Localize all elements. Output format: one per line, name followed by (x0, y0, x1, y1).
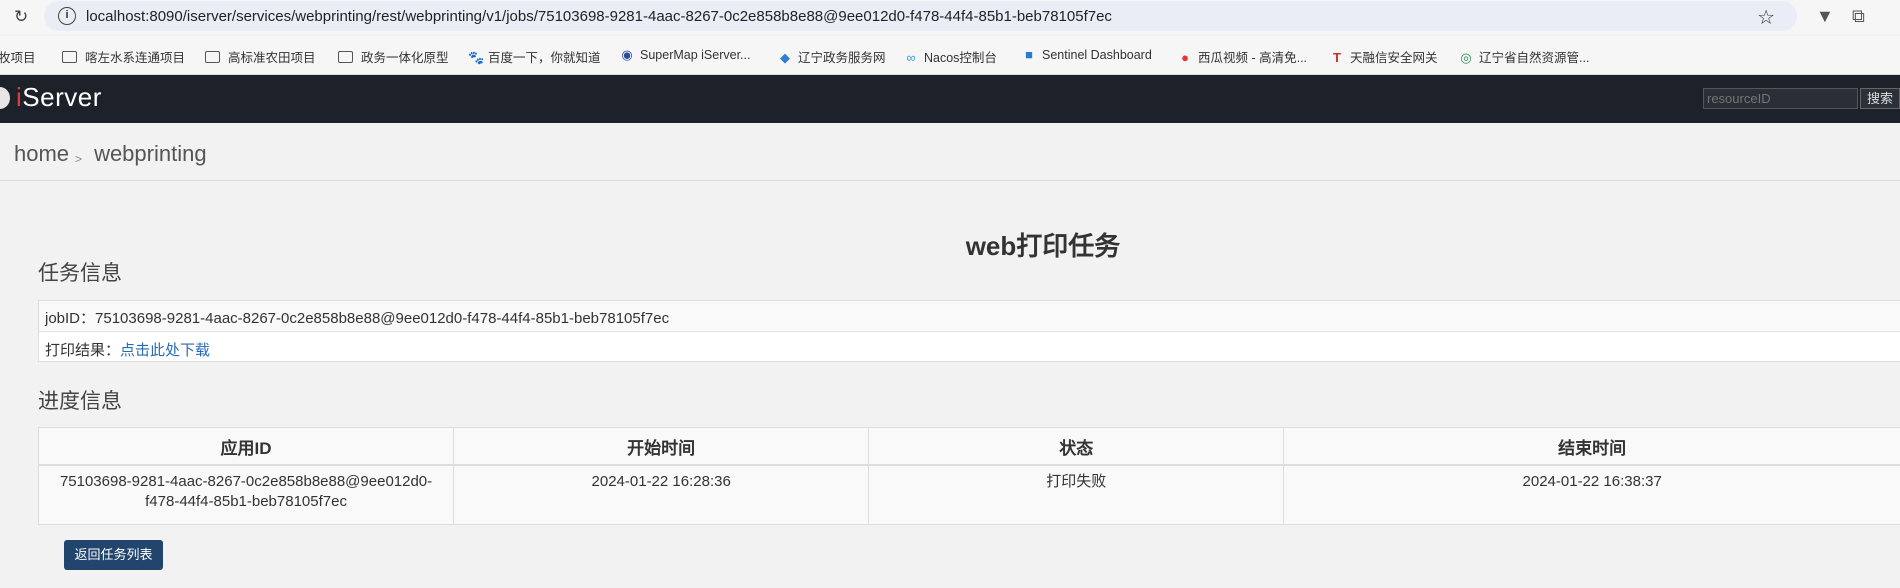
breadcrumb-separator: > (75, 152, 83, 166)
end-time-cell: 2024-01-22 16:38:37 (1283, 464, 1900, 525)
folder-icon (62, 51, 77, 63)
bookmark-item[interactable]: ∞ Nacos控制台 (904, 47, 997, 66)
breadcrumb-home-link[interactable]: home (14, 141, 69, 166)
browser-toolbar: ↻ i localhost:8090/iserver/services/webp… (0, 0, 1900, 34)
vpn-extension-icon[interactable]: ▼ (1816, 6, 1834, 27)
column-header: 开始时间 (453, 427, 870, 466)
topsec-icon: T (1333, 50, 1341, 65)
app-logo[interactable]: iServer (16, 82, 102, 113)
bookmark-item[interactable]: ◆ 辽宁政务服务网 (778, 47, 886, 66)
back-to-job-list-button[interactable]: 返回任务列表 (64, 540, 163, 570)
progress-info-heading: 进度信息 (38, 390, 122, 413)
site-info-icon[interactable]: i (58, 7, 76, 25)
download-link[interactable]: 点击此处下载 (120, 342, 210, 359)
bookmark-item[interactable]: ◎ 辽宁省自然资源管... (1459, 47, 1589, 66)
divider (0, 180, 1900, 181)
progress-table: 应用ID 开始时间 状态 结束时间 75103698-9281-4aac-826… (37, 427, 1900, 525)
xigua-icon: ● (1181, 50, 1189, 65)
emblem-icon: ◎ (1460, 50, 1472, 65)
job-id-row: jobID：75103698-9281-4aac-8267-0c2e858b8e… (39, 301, 1900, 332)
bookmark-item[interactable]: ● 西瓜视频 - 高清免... (1178, 47, 1307, 66)
print-result-row: 打印结果：点击此处下载 (39, 332, 1900, 363)
folder-icon (205, 51, 220, 63)
address-bar[interactable]: i localhost:8090/iserver/services/webpri… (44, 1, 1797, 31)
column-header: 应用ID (37, 427, 455, 466)
folder-icon (338, 51, 353, 63)
app-header: iServer 搜索 (0, 75, 1900, 123)
app-id-cell: 75103698-9281-4aac-8267-0c2e858b8e88@9ee… (37, 464, 455, 525)
baidu-icon: 🐾 (468, 50, 485, 65)
start-time-cell: 2024-01-22 16:28:36 (453, 464, 870, 525)
column-header: 结束时间 (1283, 427, 1900, 466)
page-title: web打印任务 (965, 231, 1121, 261)
sentinel-icon: ■ (1025, 47, 1033, 62)
status-cell: 打印失败 (868, 464, 1285, 525)
task-info-box: jobID：75103698-9281-4aac-8267-0c2e858b8e… (38, 300, 1900, 362)
job-id-label: jobID： (45, 310, 96, 327)
table-row: 75103698-9281-4aac-8267-0c2e858b8e88@9ee… (37, 464, 1900, 525)
bookmark-item[interactable]: T 天融信安全网关 (1330, 47, 1438, 66)
bookmark-item[interactable]: ◉ SuperMap iServer... (620, 47, 750, 63)
extensions-icon[interactable]: ⧉ (1852, 6, 1865, 27)
job-id-value: 75103698-9281-4aac-8267-0c2e858b8e88@9ee… (95, 310, 670, 327)
bookmark-item[interactable]: 高标准农田项目 (205, 47, 316, 66)
nacos-icon: ∞ (906, 50, 916, 65)
search-button[interactable]: 搜索 (1860, 88, 1900, 109)
globe-logo-icon (0, 87, 10, 109)
bookmarks-bar: 牧项目 喀左水系连通项目 高标准农田项目 政务一体化原型 🐾 百度一下，你就知道 … (0, 36, 1900, 75)
table-header-row: 应用ID 开始时间 状态 结束时间 (37, 427, 1900, 466)
shield-icon: ◆ (780, 50, 790, 65)
bookmark-star-icon[interactable]: ☆ (1757, 5, 1775, 30)
breadcrumb-current[interactable]: webprinting (94, 141, 207, 166)
breadcrumb: home > webprinting (14, 141, 207, 167)
task-info-heading: 任务信息 (38, 262, 122, 285)
bookmark-item[interactable]: 喀左水系连通项目 (62, 47, 185, 66)
bookmark-item[interactable]: 牧项目 (0, 47, 36, 66)
supermap-icon: ◉ (621, 47, 633, 62)
resource-search-input[interactable] (1703, 88, 1858, 109)
column-header: 状态 (868, 427, 1285, 466)
print-result-label: 打印结果： (45, 342, 121, 359)
bookmark-item[interactable]: 政务一体化原型 (338, 47, 449, 66)
url-text[interactable]: localhost:8090/iserver/services/webprint… (86, 8, 1112, 25)
bookmark-item[interactable]: ■ Sentinel Dashboard (1022, 47, 1152, 62)
bookmark-item[interactable]: 🐾 百度一下，你就知道 (468, 47, 601, 66)
reload-icon[interactable]: ↻ (14, 8, 32, 26)
